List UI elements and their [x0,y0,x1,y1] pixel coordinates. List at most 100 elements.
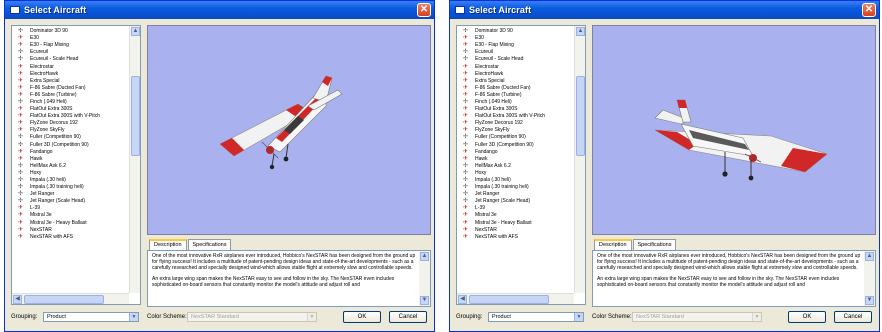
horizontal-scrollbar[interactable]: ◀ [12,293,129,304]
list-item[interactable]: ✈ F-86 Sabre (Ducted Fan) [457,85,574,92]
list-item[interactable]: ✢ Hoxy [457,170,574,177]
list-item[interactable]: ✢ Impala (.30 training heli) [457,184,574,191]
list-item[interactable]: ✈ ElectroHawk [12,71,129,78]
list-item[interactable]: ✈ FlyZone Decorus 192 [457,120,574,127]
scroll-up-button[interactable]: ▲ [865,252,874,261]
list-item[interactable]: ✈ E30 [12,35,129,42]
list-item[interactable]: ✈ Electrostar [457,63,574,70]
list-item[interactable]: ✢ Jet Ranger (Scale Head) [457,198,574,205]
list-item[interactable]: ✈ Extra Special [457,78,574,85]
list-item[interactable]: ✈ Fandango [12,149,129,156]
scroll-thumb[interactable] [131,76,140,156]
list-item[interactable]: ✈ NexSTAR with AFS [457,234,574,241]
horizontal-scrollbar[interactable]: ◀ [457,293,574,304]
list-item[interactable]: ✈ FlyZone SkyFly [12,127,129,134]
list-item[interactable]: ✢ Jet Ranger [457,191,574,198]
list-item[interactable]: ✈ L-39 [457,205,574,212]
horizontal-scroll-thumb[interactable] [24,295,104,304]
list-item[interactable]: ✈ FlatOut Extra 300S with V-Pitch [12,113,129,120]
vertical-scrollbar[interactable]: ▲ [129,26,140,293]
list-item[interactable]: ✈ F-86 Sabre (Ducted Fan) [12,85,129,92]
list-item[interactable]: ✢ Fuller 3D (Competition 90) [12,142,129,149]
airplane-icon: ✈ [18,106,24,113]
scroll-left-button[interactable]: ◀ [13,295,22,304]
scroll-down-button[interactable]: ▼ [865,296,874,305]
list-item[interactable]: ✈ F-86 Sabre (Turbine) [457,92,574,99]
list-item[interactable]: ✢ Impala (.30 training heli) [12,184,129,191]
list-item[interactable]: ✈ Electrostar [12,63,129,70]
description-text: One of the most innovative RxR airplanes… [152,253,416,292]
color-scheme-select[interactable]: NexSTAR Standard ▼ [187,312,317,322]
list-item[interactable]: ✢ HellMax Ask 6.2 [457,163,574,170]
aircraft-list[interactable]: ✢ Dominator 3D 90 ✈ E30 ✈ E30 - Flap Mixing ✢ E… [456,25,586,305]
grouping-select[interactable]: Product ▼ [43,312,139,322]
scroll-left-button[interactable]: ◀ [458,295,467,304]
list-item[interactable]: ✈ L-39 [12,205,129,212]
description-panel[interactable]: One of the most innovative RxR airplanes… [147,250,431,307]
list-item[interactable]: ✢ Ecureuil [12,49,129,56]
grouping-select[interactable]: Product ▼ [488,312,584,322]
list-item[interactable]: ✢ Hoxy [12,170,129,177]
list-item[interactable]: ✈ NexSTAR [457,227,574,234]
list-item[interactable]: ✢ Jet Ranger [12,191,129,198]
title-bar[interactable]: Select Aircraft ✕ [5,1,434,19]
list-item[interactable]: ✈ Mistral 3e - Heavy Ballast [12,220,129,227]
scroll-thumb[interactable] [576,76,585,156]
title-bar[interactable]: Select Aircraft ✕ [450,1,879,19]
description-scrollbar[interactable]: ▲ ▼ [864,251,875,306]
list-item[interactable]: ✈ NexSTAR with AFS [12,234,129,241]
list-item[interactable]: ✢ Ecureuil - Scale Head [12,56,129,63]
list-item[interactable]: ✈ NexSTAR [12,227,129,234]
list-item[interactable]: ✢ Jet Ranger (Scale Head) [12,198,129,205]
aircraft-list[interactable]: ✢ Dominator 3D 90 ✈ E30 ✈ E30 - Flap Mixing ✢ E… [11,25,141,305]
vertical-scrollbar[interactable]: ▲ [574,26,585,293]
color-scheme-select[interactable]: NexSTAR Standard ▼ [632,312,762,322]
description-scrollbar[interactable]: ▲ ▼ [419,251,430,306]
list-item[interactable]: ✈ E30 - Flap Mixing [12,42,129,49]
aircraft-preview[interactable] [147,25,431,235]
list-item[interactable]: ✈ E30 - Flap Mixing [457,42,574,49]
scroll-down-button[interactable]: ▼ [420,296,429,305]
list-item[interactable]: ✈ FlyZone Decorus 192 [12,120,129,127]
list-item[interactable]: ✈ FlatOut Extra 300S [457,106,574,113]
list-item[interactable]: ✈ Hawk [457,156,574,163]
scroll-up-button[interactable]: ▲ [131,27,140,36]
list-item[interactable]: ✢ Finch (.049 Heli) [12,99,129,106]
cancel-button[interactable]: Cancel [834,311,872,323]
list-item[interactable]: ✢ Fuller (Competition 90) [457,134,574,141]
scroll-up-button[interactable]: ▲ [576,27,585,36]
list-item[interactable]: ✈ Mistral 3e - Heavy Ballast [457,220,574,227]
list-item[interactable]: ✈ Mistral 3e [457,212,574,219]
list-item[interactable]: ✢ Dominator 3D 90 [12,28,129,35]
list-item-label: Mistral 3e [30,212,52,219]
close-button[interactable]: ✕ [862,3,876,17]
list-item[interactable]: ✈ Mistral 3e [12,212,129,219]
list-item[interactable]: ✢ Dominator 3D 90 [457,28,574,35]
list-item[interactable]: ✢ Fuller 3D (Competition 90) [457,142,574,149]
aircraft-model-view [654,99,828,181]
list-item[interactable]: ✢ HellMax Ask 6.2 [12,163,129,170]
list-item[interactable]: ✈ ElectroHawk [457,71,574,78]
list-item[interactable]: ✢ Impala (.30 heli) [457,177,574,184]
aircraft-preview[interactable] [592,25,876,235]
list-item[interactable]: ✈ E30 [457,35,574,42]
list-item[interactable]: ✈ Extra Special [12,78,129,85]
scroll-up-button[interactable]: ▲ [420,252,429,261]
list-item[interactable]: ✈ Fandango [457,149,574,156]
list-item[interactable]: ✢ Finch (.049 Heli) [457,99,574,106]
list-item[interactable]: ✈ FlatOut Extra 300S [12,106,129,113]
description-panel[interactable]: One of the most innovative RxR airplanes… [592,250,876,307]
close-button[interactable]: ✕ [417,3,431,17]
ok-button[interactable]: OK [343,311,381,323]
list-item[interactable]: ✈ FlatOut Extra 300S with V-Pitch [457,113,574,120]
list-item[interactable]: ✢ Ecureuil [457,49,574,56]
list-item[interactable]: ✢ Impala (.30 heli) [12,177,129,184]
list-item[interactable]: ✈ Hawk [12,156,129,163]
cancel-button[interactable]: Cancel [389,311,427,323]
list-item[interactable]: ✈ F-86 Sabre (Turbine) [12,92,129,99]
list-item[interactable]: ✈ FlyZone SkyFly [457,127,574,134]
list-item[interactable]: ✢ Ecureuil - Scale Head [457,56,574,63]
horizontal-scroll-thumb[interactable] [469,295,549,304]
list-item[interactable]: ✢ Fuller (Competition 90) [12,134,129,141]
ok-button[interactable]: OK [788,311,826,323]
